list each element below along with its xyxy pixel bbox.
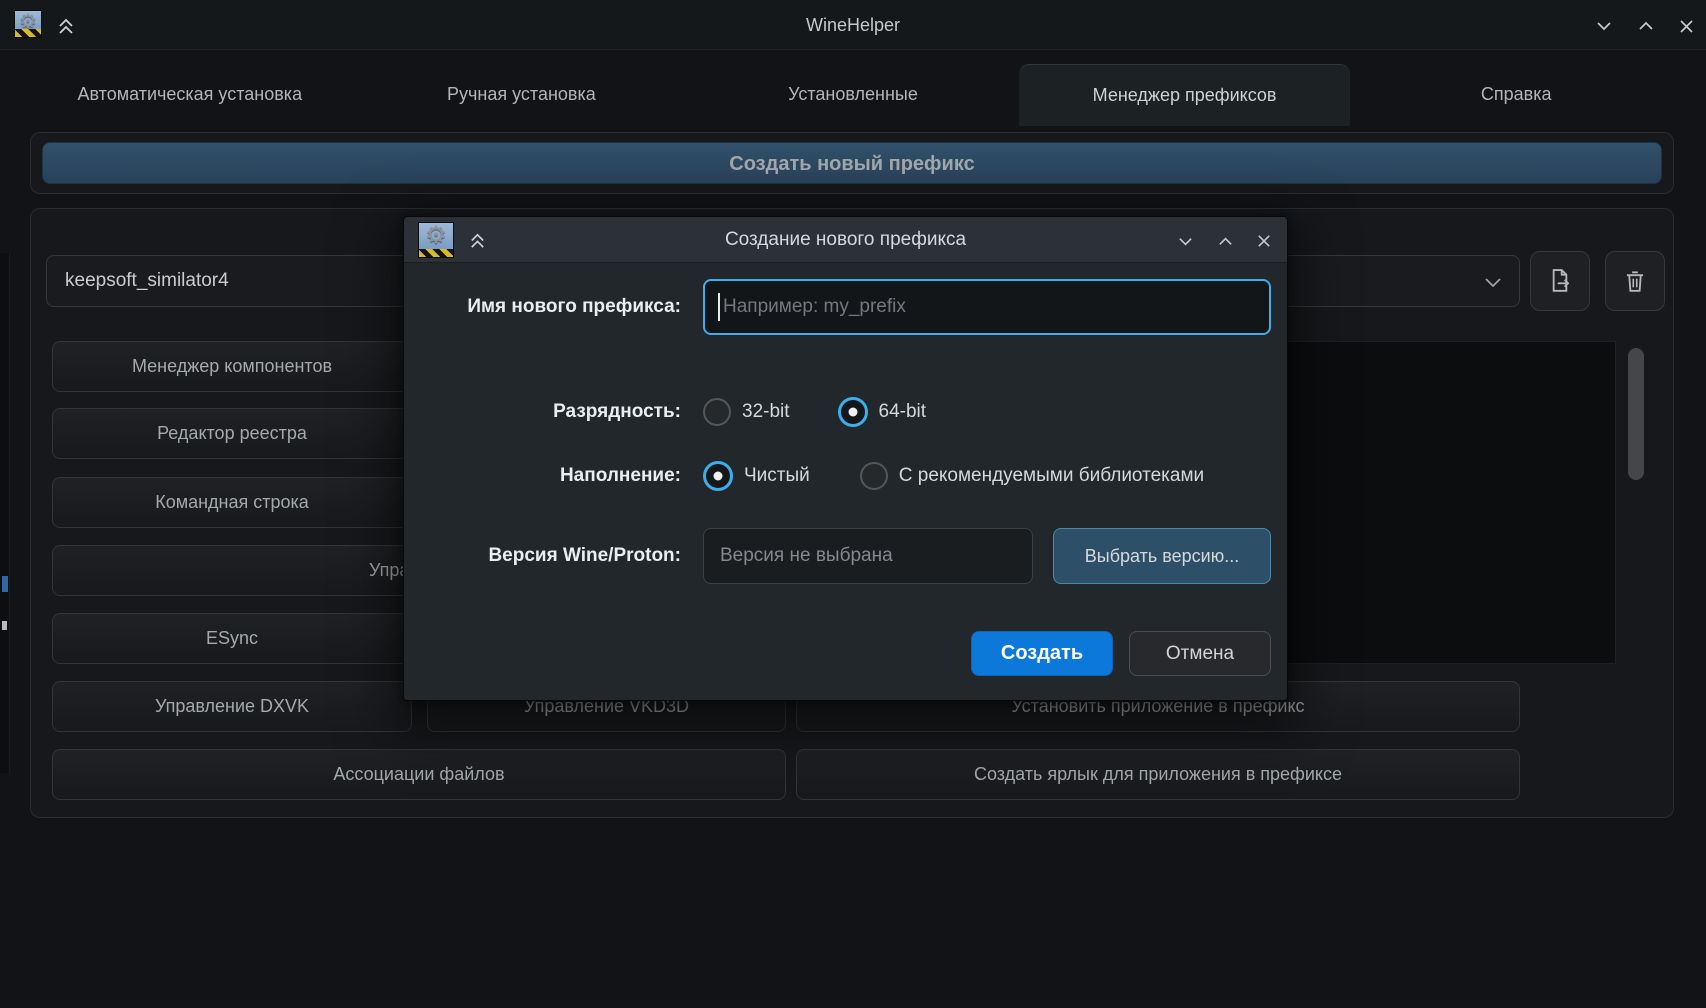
tab-installed[interactable]: Установленные	[687, 64, 1019, 126]
window-minimize-button[interactable]	[1592, 14, 1616, 38]
trash-icon	[1620, 266, 1650, 296]
radio-recommended-label[interactable]: С рекомендуемыми библиотеками	[899, 465, 1204, 487]
fill-radio-group: Чистый С рекомендуемыми библиотеками	[703, 464, 1204, 488]
radio-64bit-label[interactable]: 64-bit	[879, 401, 927, 423]
text-caret	[718, 293, 720, 321]
radio-clean[interactable]	[703, 461, 733, 491]
dialog-minimize-button[interactable]	[1174, 230, 1196, 252]
radio-32bit[interactable]	[703, 398, 731, 426]
tab-prefix-manager[interactable]: Менеджер префиксов	[1019, 64, 1351, 126]
delete-prefix-button[interactable]	[1605, 251, 1665, 311]
background-window-sliver	[0, 253, 10, 773]
dialog-create-button[interactable]: Создать	[971, 631, 1113, 676]
version-label: Версия Wine/Proton:	[421, 528, 681, 584]
close-icon	[1256, 233, 1272, 249]
dialog-titlebar: ⚙ Создание нового префикса	[404, 217, 1287, 263]
main-titlebar: ⚙ WineHelper	[0, 0, 1706, 50]
background-selection-fragment	[2, 576, 8, 592]
prefix-name-input[interactable]: Например: my_prefix	[703, 279, 1271, 335]
dxvk-manage-button[interactable]: Управление DXVK	[52, 681, 412, 732]
file-associations-button[interactable]: Ассоциации файлов	[52, 749, 786, 800]
chevron-down-icon	[1177, 233, 1194, 250]
background-text-fragment	[2, 621, 7, 630]
prefix-select-value: keepsoft_similator4	[65, 270, 229, 291]
create-prefix-dialog: ⚙ Создание нового префикса Имя н	[403, 216, 1288, 701]
radio-64bit[interactable]	[838, 397, 868, 427]
dialog-close-button[interactable]	[1253, 230, 1275, 252]
radio-recommended[interactable]	[860, 462, 888, 490]
tab-manual-install[interactable]: Ручная установка	[356, 64, 688, 126]
version-field[interactable]: Версия не выбрана	[703, 528, 1033, 584]
esync-button[interactable]: ESync	[52, 613, 412, 664]
registry-editor-button[interactable]: Редактор реестра	[52, 408, 412, 459]
tab-help[interactable]: Справка	[1350, 64, 1682, 126]
arch-label: Разрядность:	[421, 400, 681, 424]
chevron-up-icon	[1217, 233, 1234, 250]
create-new-prefix-button[interactable]: Создать новый префикс	[42, 142, 1662, 184]
dialog-maximize-button[interactable]	[1214, 230, 1236, 252]
file-export-icon	[1545, 266, 1575, 296]
tab-auto-install[interactable]: Автоматическая установка	[24, 64, 356, 126]
close-icon	[1678, 18, 1695, 35]
create-shortcut-button[interactable]: Создать ярлык для приложения в префиксе	[796, 749, 1520, 800]
window-close-button[interactable]	[1674, 14, 1698, 38]
command-line-button[interactable]: Командная строка	[52, 477, 412, 528]
choose-version-button[interactable]: Выбрать версию...	[1053, 528, 1271, 584]
fill-label: Наполнение:	[421, 464, 681, 488]
tab-bar: Автоматическая установка Ручная установк…	[24, 64, 1682, 126]
window-maximize-button[interactable]	[1634, 14, 1658, 38]
chevron-down-icon	[1595, 17, 1613, 35]
arch-radio-group: 32-bit 64-bit	[703, 400, 926, 424]
dialog-title: Создание нового префикса	[404, 217, 1287, 263]
export-prefix-button[interactable]	[1530, 251, 1590, 311]
panel-scrollbar[interactable]	[1628, 348, 1644, 480]
radio-32bit-label[interactable]: 32-bit	[742, 401, 790, 423]
chevron-down-icon	[1485, 278, 1501, 287]
chevron-up-icon	[1637, 17, 1655, 35]
dialog-cancel-button[interactable]: Отмена	[1129, 631, 1271, 676]
prefix-name-placeholder: Например: my_prefix	[723, 296, 906, 318]
prefix-name-label: Имя нового префикса:	[421, 279, 681, 335]
radio-clean-label[interactable]: Чистый	[744, 465, 810, 487]
window-title: WineHelper	[0, 0, 1706, 50]
components-manager-button[interactable]: Менеджер компонентов	[52, 341, 412, 392]
